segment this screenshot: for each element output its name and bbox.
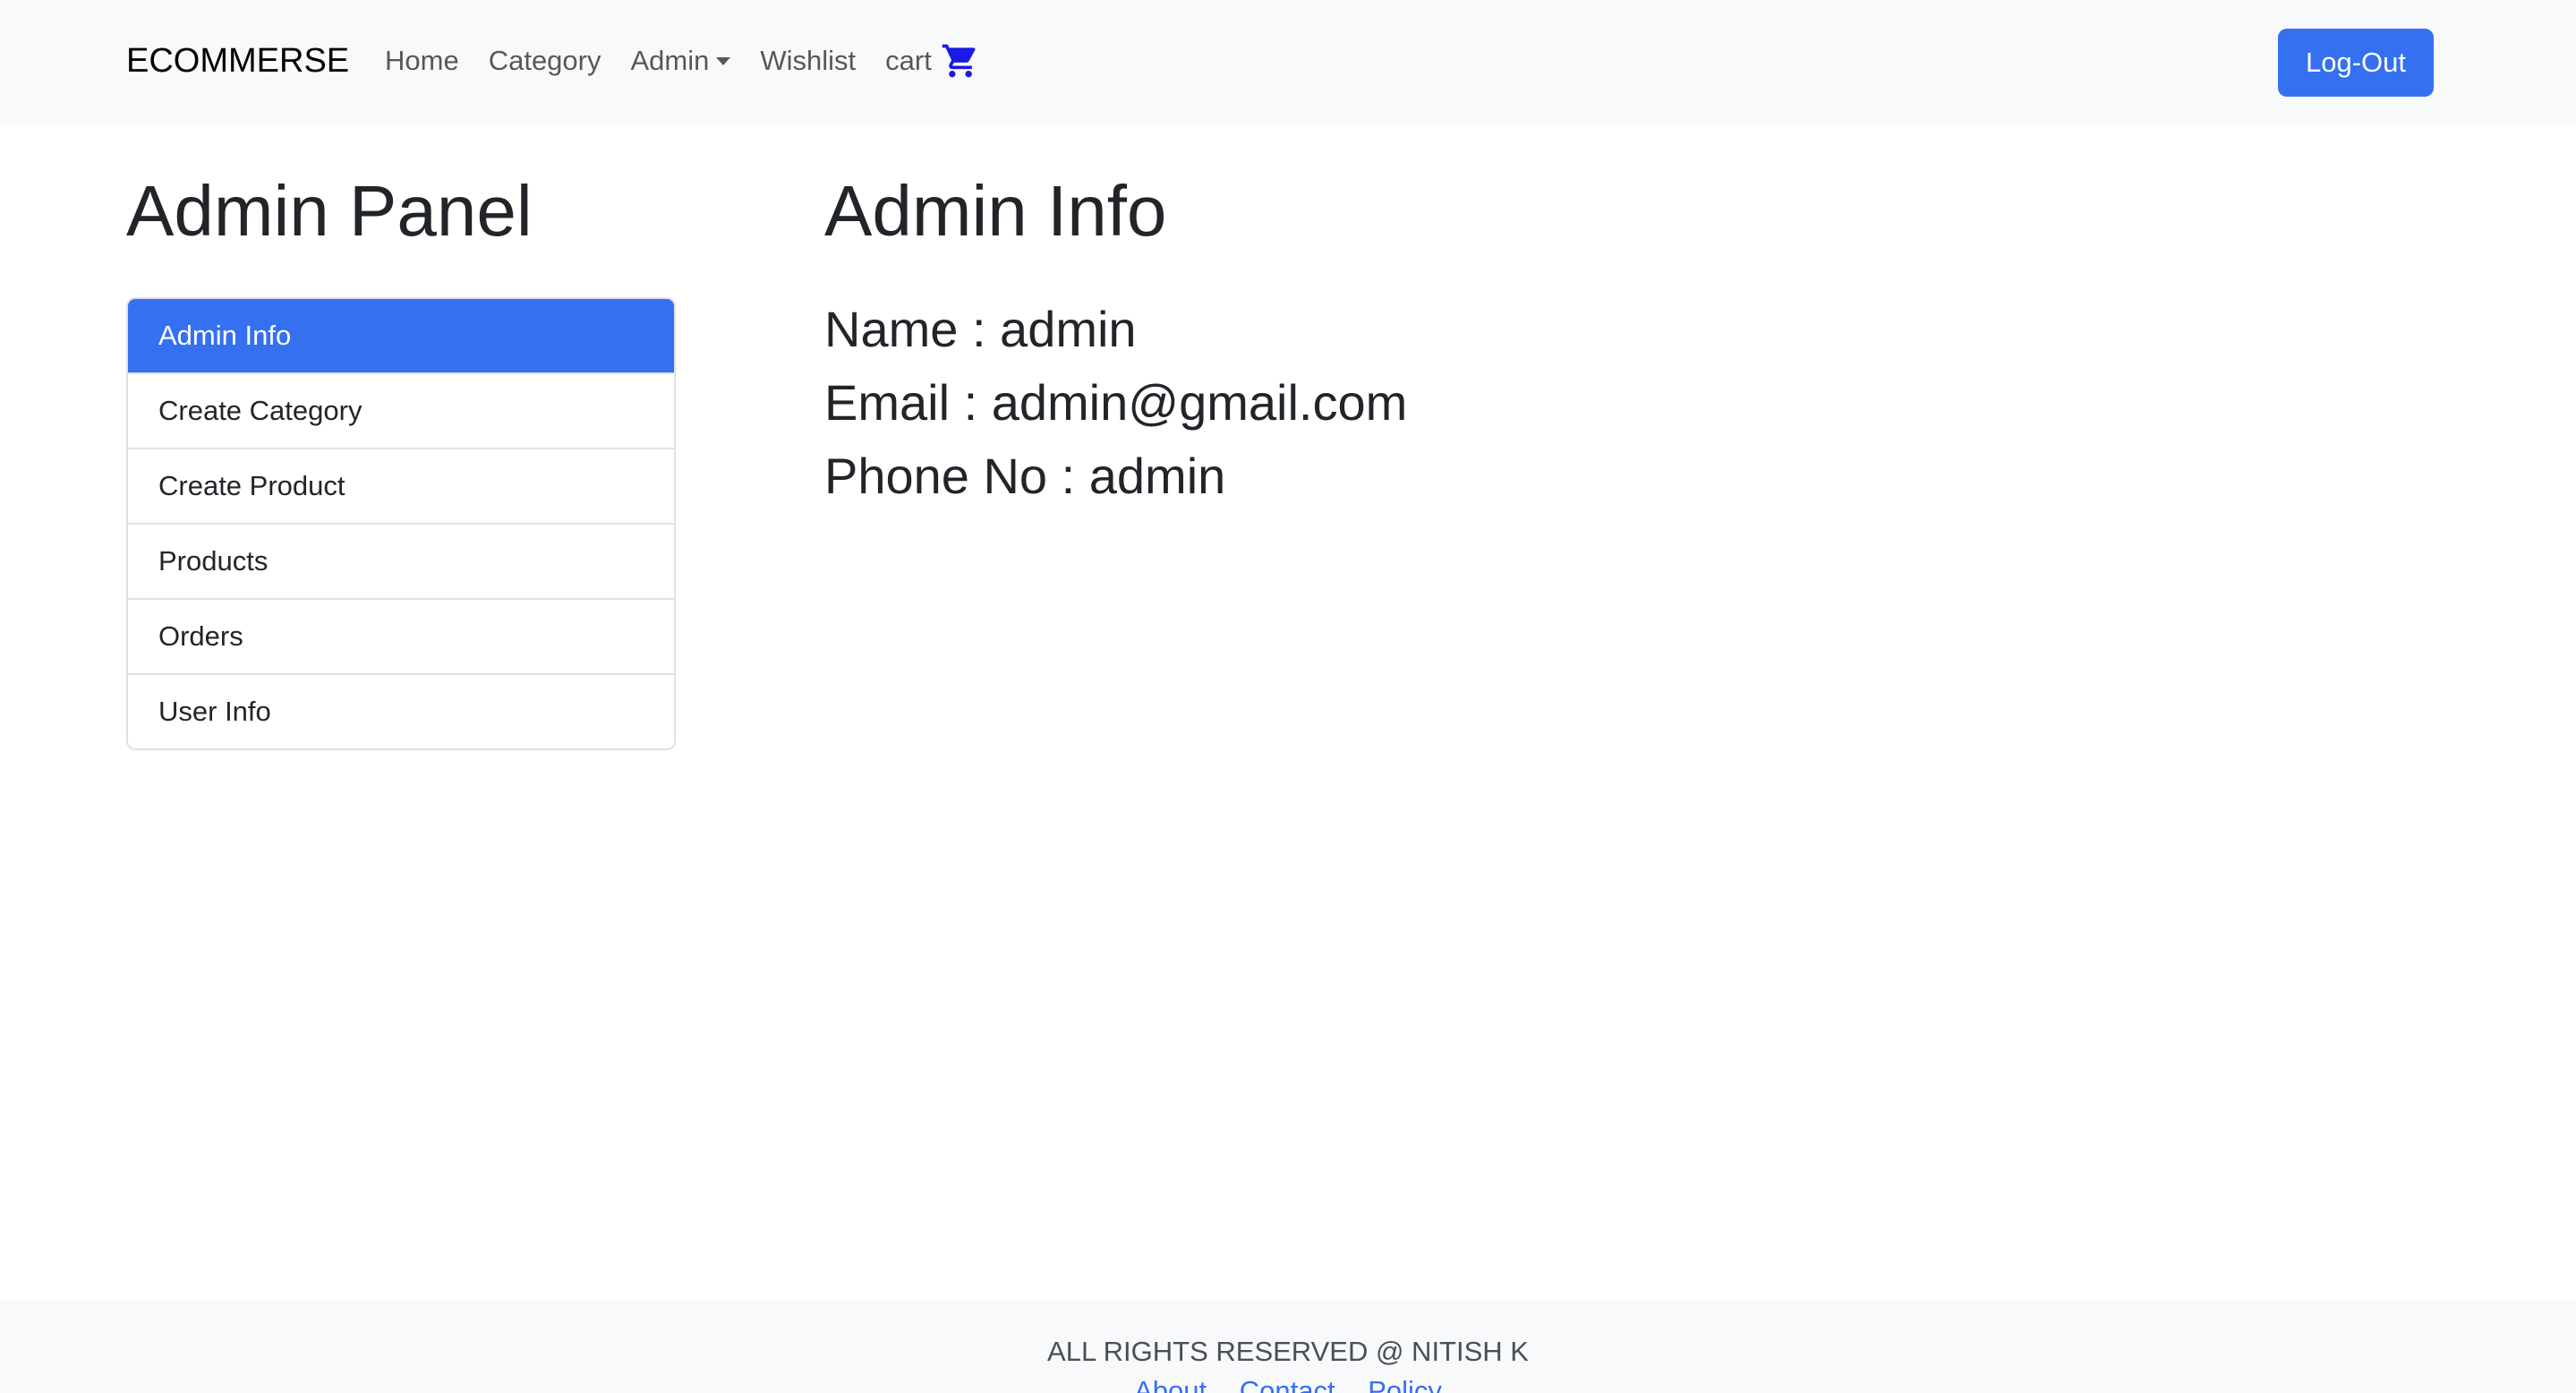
admin-panel-title: Admin Panel xyxy=(126,171,533,251)
footer-link-about[interactable]: About xyxy=(1134,1375,1207,1393)
nav-link-home[interactable]: Home xyxy=(385,40,459,81)
admin-phone: Phone No : admin xyxy=(824,448,1226,504)
footer-link-policy[interactable]: Policy xyxy=(1368,1375,1442,1393)
menu-item-admin-info[interactable]: Admin Info xyxy=(128,299,674,372)
shopping-cart-icon xyxy=(942,44,976,78)
menu-item-orders[interactable]: Orders xyxy=(128,598,674,673)
menu-item-products[interactable]: Products xyxy=(128,523,674,598)
logout-button[interactable]: Log-Out xyxy=(2278,29,2434,97)
nav-link-wishlist[interactable]: Wishlist xyxy=(760,40,856,81)
nav-link-cart[interactable]: cart xyxy=(885,40,980,81)
menu-item-user-info[interactable]: User Info xyxy=(128,673,674,748)
admin-email: Email : admin@gmail.com xyxy=(824,374,1408,431)
page-footer: ALL RIGHTS RESERVED @ NITISH K About Con… xyxy=(0,1300,2576,1393)
menu-item-create-category[interactable]: Create Category xyxy=(128,372,674,448)
nav-dropdown-admin[interactable]: Admin xyxy=(631,40,731,81)
footer-link-contact[interactable]: Contact xyxy=(1240,1375,1335,1393)
nav-links: Home Category Admin Wishlist cart xyxy=(385,40,980,81)
admin-name: Name : admin xyxy=(824,301,1137,357)
footer-links: About Contact Policy xyxy=(0,1373,2576,1393)
nav-link-category[interactable]: Category xyxy=(489,40,601,81)
top-navbar: ECOMMERSE Home Category Admin Wishlist c… xyxy=(0,0,2576,124)
nav-link-cart-label: cart xyxy=(885,45,932,76)
caret-down-icon xyxy=(716,56,731,65)
menu-item-create-product[interactable]: Create Product xyxy=(128,448,674,523)
admin-info-title: Admin Info xyxy=(824,171,1167,251)
admin-menu: Admin Info Create Category Create Produc… xyxy=(126,297,676,750)
copyright-text: ALL RIGHTS RESERVED @ NITISH K xyxy=(1047,1336,1529,1367)
brand-logo[interactable]: ECOMMERSE xyxy=(126,40,349,81)
nav-dropdown-admin-label: Admin xyxy=(630,45,710,76)
